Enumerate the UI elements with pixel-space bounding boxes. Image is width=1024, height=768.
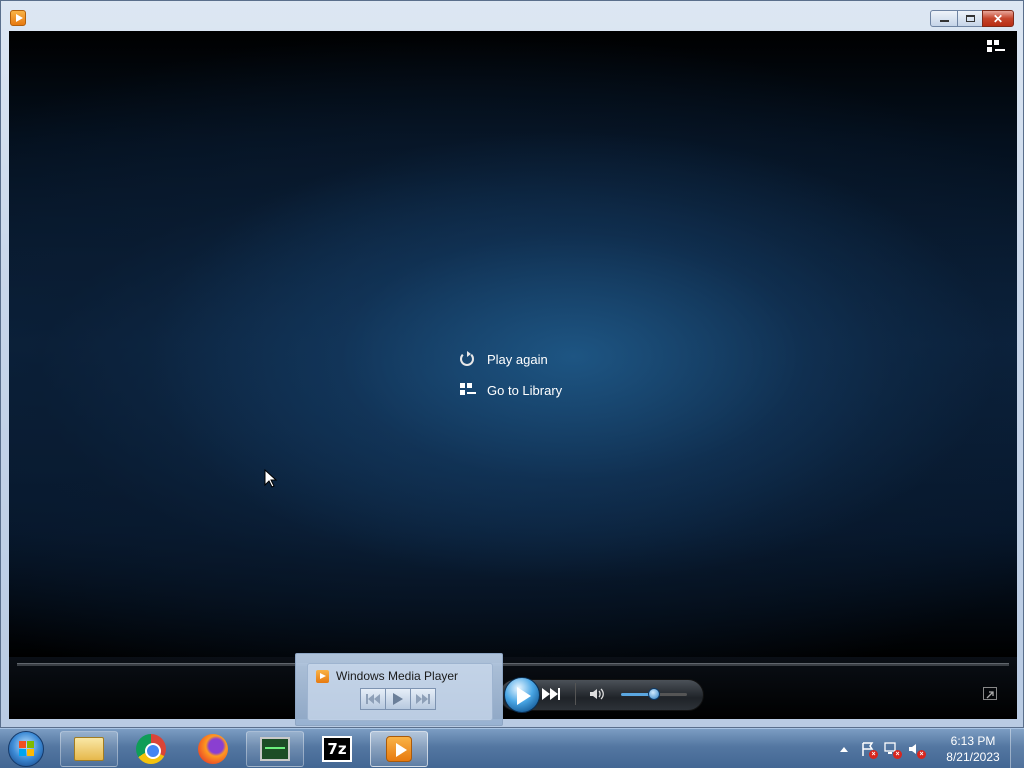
start-button[interactable]: [8, 731, 44, 767]
thumbnail-title: Windows Media Player: [336, 669, 459, 683]
divider: [575, 683, 576, 705]
close-button[interactable]: ✕: [982, 10, 1014, 27]
wmp-icon: [386, 736, 412, 762]
caption-buttons: ✕: [930, 10, 1014, 27]
thumbnail-play-button[interactable]: [385, 688, 411, 710]
thumbnail-next-button[interactable]: [410, 688, 436, 710]
play-icon: [393, 693, 403, 705]
chrome-icon: [136, 734, 166, 764]
seek-bar[interactable]: [17, 663, 1009, 666]
system-clock[interactable]: 6:13 PM 8/21/2023: [940, 733, 1006, 765]
go-to-library-label: Go to Library: [487, 382, 563, 398]
taskbar-item-media-player[interactable]: [370, 731, 428, 767]
wmp-small-icon: [316, 670, 329, 683]
taskbar-item-explorer[interactable]: [60, 731, 118, 767]
next-icon: [416, 694, 430, 704]
action-center-icon[interactable]: ×: [860, 741, 878, 759]
show-desktop-button[interactable]: [1010, 729, 1024, 768]
play-again-label: Play again: [487, 351, 548, 367]
taskbar: 7z × × × 6:13 PM 8/21/2023: [0, 728, 1024, 768]
thumbnail-frame: Windows Media Player: [307, 663, 493, 721]
volume-muted-icon[interactable]: ×: [908, 741, 926, 759]
library-icon: [459, 382, 476, 398]
title-bar[interactable]: ✕: [1, 1, 1023, 31]
play-again-button[interactable]: Play again: [459, 348, 562, 370]
thumbnail-previous-button[interactable]: [360, 688, 386, 710]
network-icon[interactable]: ×: [884, 741, 902, 759]
taskbar-item-7zip[interactable]: 7z: [308, 731, 366, 767]
switch-to-compact-button[interactable]: [983, 687, 997, 700]
previous-icon: [366, 694, 380, 704]
windows-logo-icon: [19, 741, 35, 757]
maximize-icon: [965, 15, 975, 22]
minimize-button[interactable]: [930, 10, 958, 27]
mute-button[interactable]: [589, 687, 605, 701]
speaker-icon: [590, 688, 604, 700]
close-icon: ✕: [992, 11, 1004, 26]
windows-media-player-icon[interactable]: [10, 10, 26, 26]
7zip-icon: 7z: [322, 736, 352, 762]
monitor-icon: [260, 737, 290, 761]
volume-slider-thumb[interactable]: [648, 688, 660, 700]
taskbar-item-firefox[interactable]: [184, 731, 242, 767]
show-hidden-icons-button[interactable]: [840, 746, 848, 752]
expand-icon: [986, 691, 994, 699]
replay-icon: [459, 351, 475, 367]
end-of-playback-menu: Play again Go to Library: [459, 348, 562, 410]
firefox-icon: [198, 734, 228, 764]
taskbar-thumbnail-preview[interactable]: Windows Media Player: [295, 653, 503, 726]
clock-time: 6:13 PM: [950, 734, 996, 748]
now-playing-area[interactable]: Play again Go to Library: [9, 31, 1017, 657]
next-button[interactable]: [542, 686, 568, 702]
clock-date: 8/21/2023: [946, 750, 1000, 764]
mouse-pointer-icon: [264, 468, 278, 489]
minimize-icon: [939, 20, 949, 22]
play-button[interactable]: [504, 677, 540, 713]
next-icon: [542, 688, 550, 700]
thumbnail-toolbar: [360, 688, 436, 710]
playback-controls: [9, 657, 1017, 719]
taskbar-item-task-manager[interactable]: [246, 731, 304, 767]
go-to-library-button[interactable]: Go to Library: [459, 379, 562, 401]
media-player-window: ✕ Play again Go to Library: [0, 0, 1024, 728]
folder-icon: [74, 737, 104, 761]
maximize-button[interactable]: [957, 10, 983, 27]
notification-area: × × ×: [840, 729, 932, 768]
taskbar-item-chrome[interactable]: [122, 731, 180, 767]
switch-to-library-button[interactable]: [987, 40, 1005, 54]
